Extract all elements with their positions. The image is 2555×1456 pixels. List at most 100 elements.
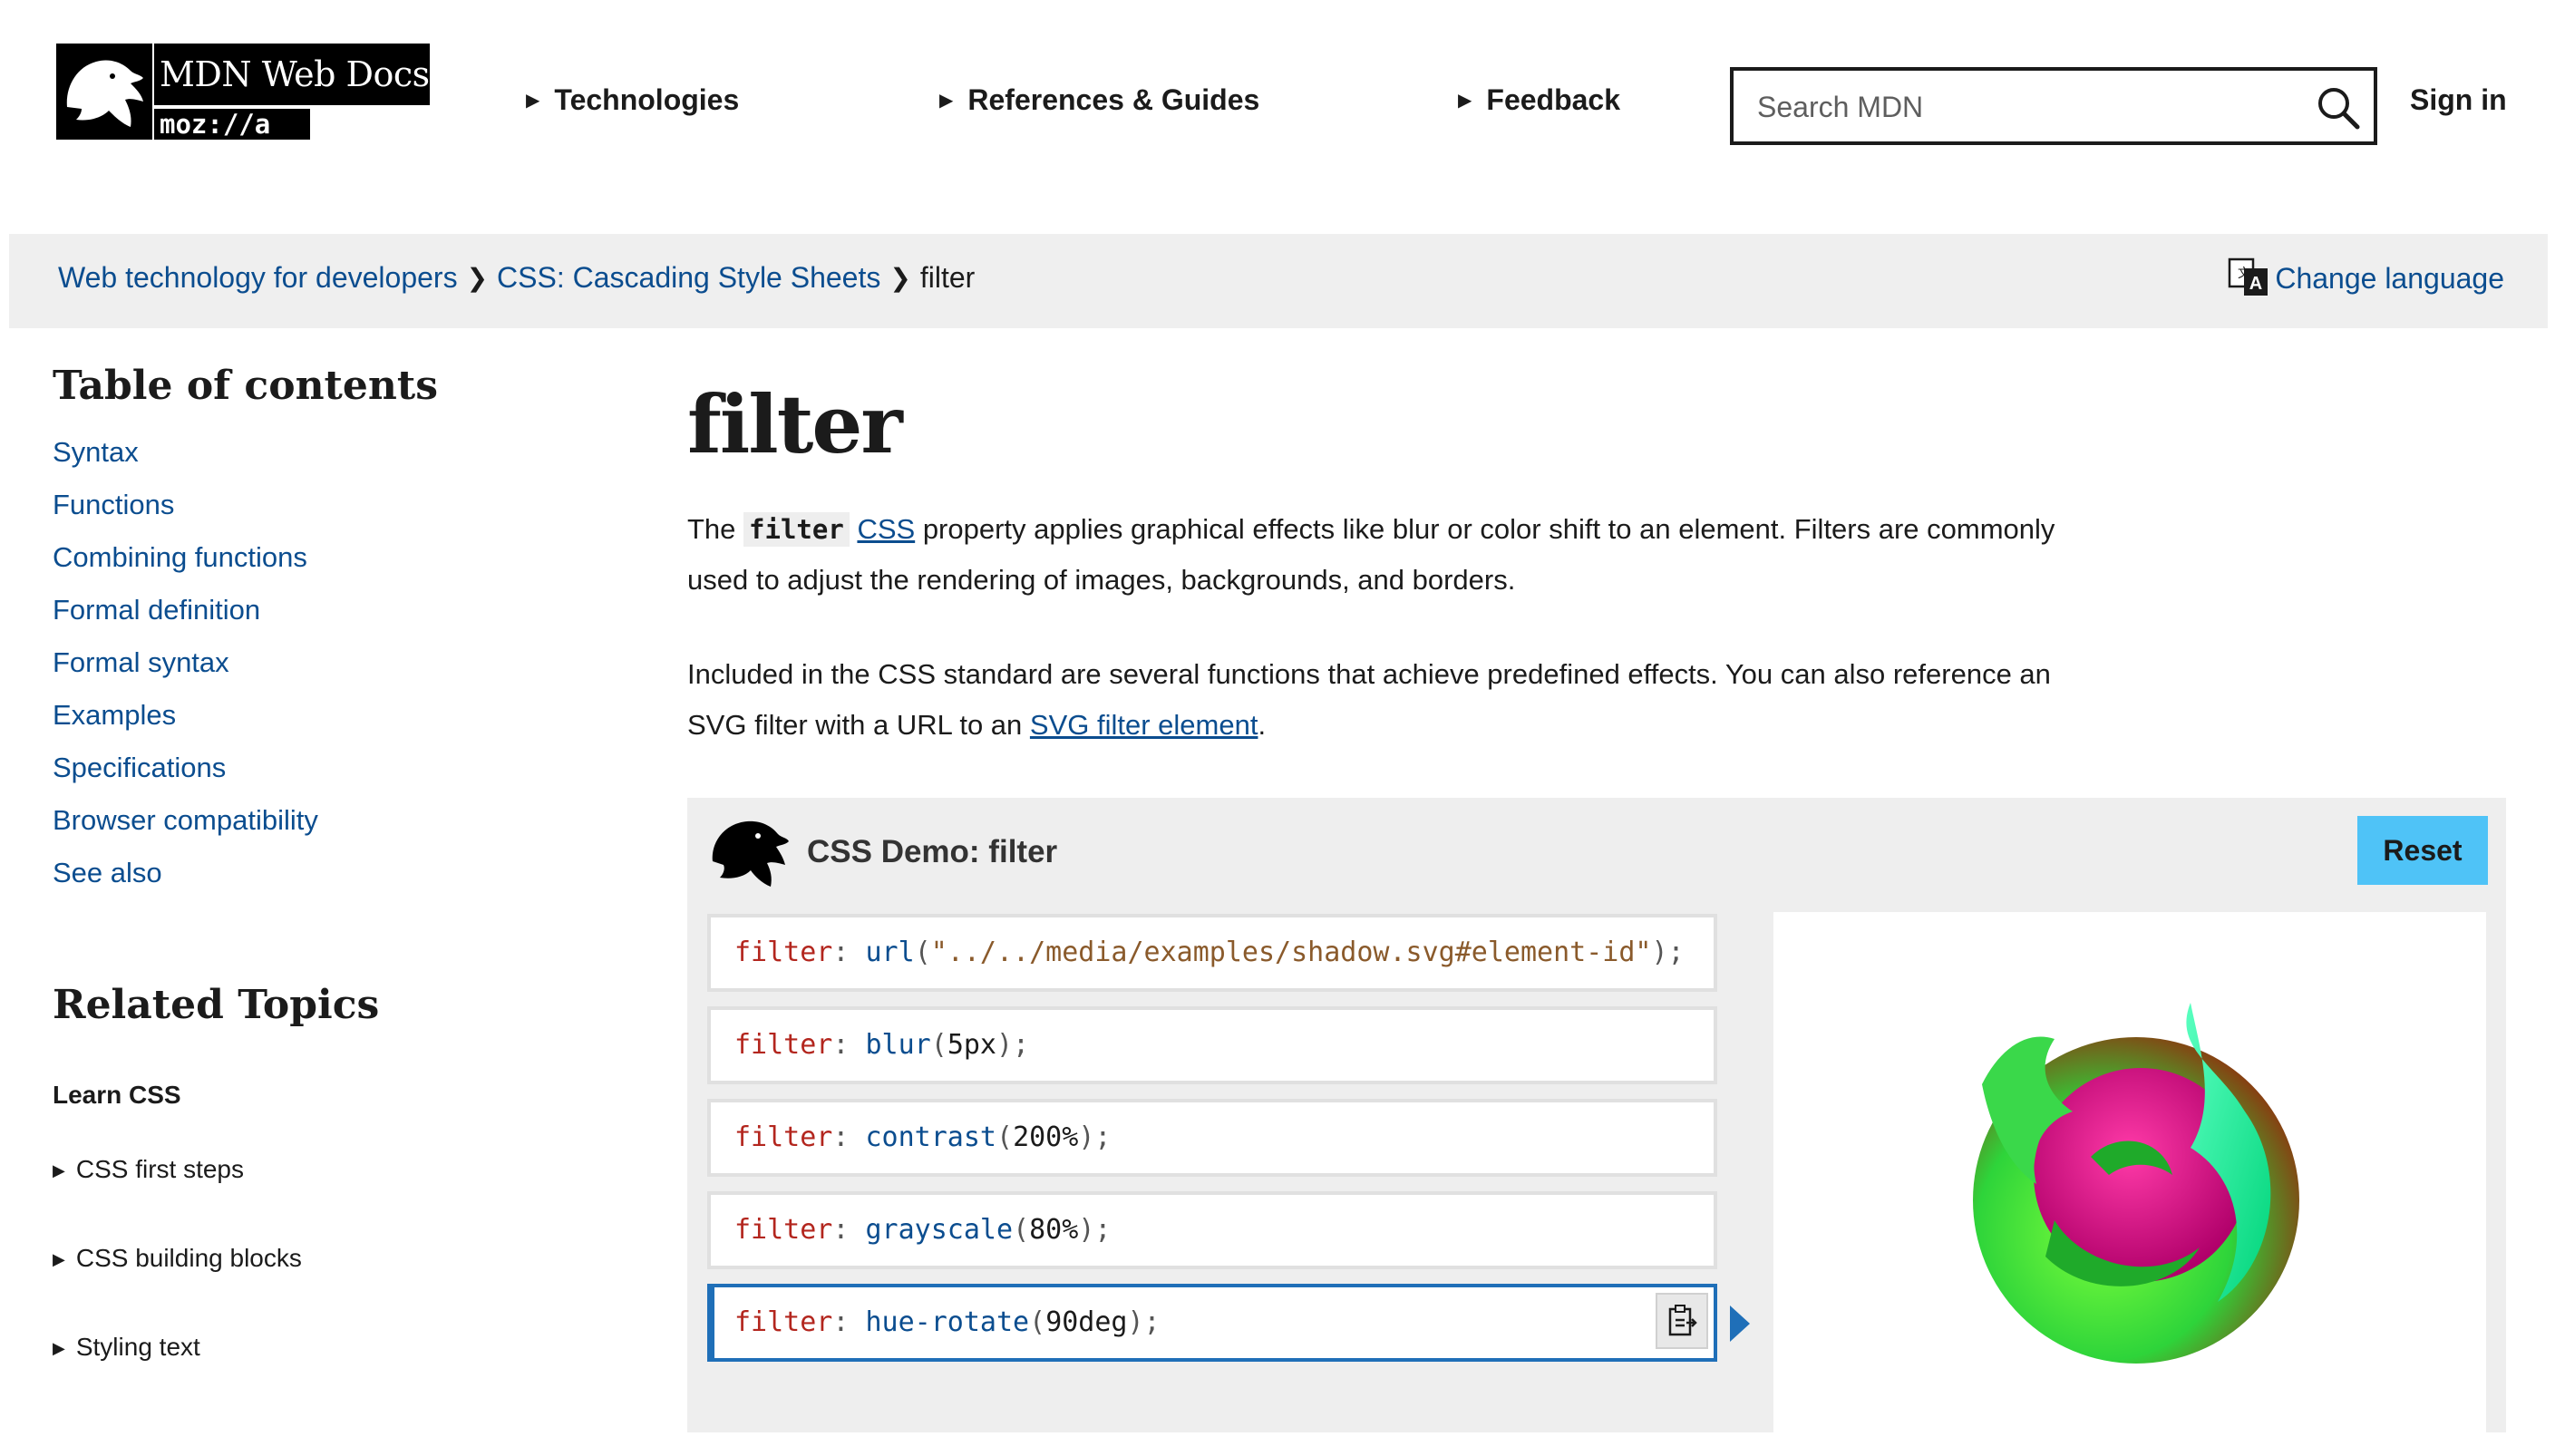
toc-link-browser-compatibility[interactable]: Browser compatibility: [53, 804, 318, 836]
toc-link-examples[interactable]: Examples: [53, 699, 176, 731]
code-property: filter: [734, 1029, 833, 1061]
css-link[interactable]: CSS: [857, 513, 915, 545]
paragraph-end: .: [1258, 709, 1267, 741]
code-punc: );: [996, 1029, 1030, 1061]
nav-feedback[interactable]: ▶ Feedback: [1458, 83, 1620, 117]
intro-text: The: [687, 513, 736, 545]
related-topics-heading: Related Topics: [53, 982, 380, 1028]
breadcrumb-current: filter: [919, 261, 976, 294]
toc-item: Formal definition: [53, 590, 560, 643]
triangle-right-icon: ▶: [53, 1339, 65, 1357]
intro-paragraph: The filter CSS property applies graphica…: [687, 504, 2102, 606]
code-property: filter: [734, 1214, 833, 1246]
demo-choice-hue-rotate[interactable]: filter: hue-rotate(90deg);: [707, 1284, 1717, 1362]
triangle-right-icon: ▶: [53, 1250, 65, 1268]
breadcrumb: Web technology for developers ❯ CSS: Cas…: [58, 261, 975, 295]
chevron-right-icon: ❯: [889, 264, 911, 292]
demo-choice-url[interactable]: filter: url("../../media/examples/shadow…: [707, 914, 1717, 992]
page-title: filter: [687, 377, 903, 471]
main-content: filter The filter CSS property applies g…: [687, 363, 2510, 751]
selected-choice-arrow-icon: [1730, 1306, 1750, 1342]
toc-item: See also: [53, 853, 560, 906]
search-icon[interactable]: [2314, 83, 2363, 132]
interactive-demo: CSS Demo: filter Reset filter: url("../.…: [687, 798, 2506, 1456]
toc-link-formal-definition[interactable]: Formal definition: [53, 594, 260, 626]
demo-choice-grayscale[interactable]: filter: grayscale(80%);: [707, 1191, 1717, 1269]
toc-item: Syntax: [53, 432, 560, 485]
code-punc: :: [832, 1306, 866, 1338]
toc-item: Browser compatibility: [53, 801, 560, 853]
code-argument: "../../media/examples/shadow.svg#element…: [930, 937, 1652, 968]
code-function: hue-rotate: [865, 1306, 1030, 1338]
code-punc: :: [832, 1029, 866, 1061]
search-input[interactable]: [1734, 71, 2321, 143]
code-punc: (: [930, 1029, 947, 1061]
demo-title: CSS Demo: filter: [807, 834, 1058, 869]
code-function: contrast: [865, 1121, 997, 1153]
reset-button[interactable]: Reset: [2357, 816, 2488, 885]
toc-item: Formal syntax: [53, 643, 560, 695]
code-function: url: [865, 937, 915, 968]
toc-item: Specifications: [53, 748, 560, 801]
chevron-right-icon: ❯: [466, 264, 489, 292]
triangle-right-icon: ▶: [939, 91, 954, 111]
toc-link-syntax[interactable]: Syntax: [53, 436, 139, 468]
toc-link-formal-syntax[interactable]: Formal syntax: [53, 646, 229, 678]
toc-link-see-also[interactable]: See also: [53, 857, 162, 888]
nav-label: Feedback: [1486, 83, 1621, 116]
dinosaur-logo-icon: [56, 44, 152, 140]
demo-choice-contrast[interactable]: filter: contrast(200%);: [707, 1099, 1717, 1177]
nav-label: Technologies: [554, 83, 740, 116]
copy-to-clipboard-icon[interactable]: [1656, 1293, 1708, 1349]
change-language-link[interactable]: A 文 Change language: [2228, 256, 2504, 301]
code-property: filter: [734, 1121, 833, 1153]
demo-choice-blur[interactable]: filter: blur(5px);: [707, 1006, 1717, 1084]
code-punc: (: [996, 1121, 1014, 1153]
related-item-label: CSS first steps: [75, 1155, 245, 1183]
nav-label: References & Guides: [967, 83, 1260, 116]
code-punc: :: [832, 1214, 866, 1246]
change-language-label[interactable]: Change language: [2275, 262, 2504, 296]
learn-css-heading: Learn CSS: [53, 1081, 181, 1109]
code-punc: :: [832, 937, 866, 968]
toc-item: Functions: [53, 485, 560, 538]
code-argument: 80%: [1029, 1214, 1079, 1246]
related-item-label: Styling text: [75, 1333, 200, 1361]
svg-filter-element-link[interactable]: SVG filter element: [1030, 709, 1258, 741]
sign-in-link[interactable]: Sign in: [2410, 83, 2507, 117]
code-function: grayscale: [865, 1214, 1014, 1246]
code-punc: (: [1029, 1306, 1046, 1338]
mdn-logo[interactable]: MDN Web Docs moz://a: [56, 44, 430, 140]
paragraph-text: Included in the CSS standard are several…: [687, 658, 2051, 741]
svg-text:A: A: [2249, 274, 2262, 294]
toc-item: Examples: [53, 695, 560, 748]
code-punc: :: [832, 1121, 866, 1153]
related-item-label: CSS building blocks: [75, 1244, 302, 1272]
toc-link-specifications[interactable]: Specifications: [53, 752, 226, 783]
nav-technologies[interactable]: ▶ Technologies: [526, 83, 739, 117]
breadcrumb-bar: Web technology for developers ❯ CSS: Cas…: [9, 234, 2548, 328]
dinosaur-head-icon: [707, 814, 791, 890]
related-item-css-first-steps[interactable]: ▶ CSS first steps: [53, 1155, 560, 1244]
search-box: [1730, 67, 2377, 145]
site-header: MDN Web Docs moz://a ▶ Technologies ▶ Re…: [0, 0, 2555, 234]
inline-code-filter: filter: [743, 512, 850, 547]
breadcrumb-link-web-technology[interactable]: Web technology for developers: [58, 261, 458, 295]
toc-link-combining-functions[interactable]: Combining functions: [53, 541, 307, 573]
mozilla-wordmark: moz://a: [154, 109, 310, 140]
sidebar: Table of contents Syntax Functions Combi…: [53, 363, 560, 1422]
triangle-right-icon: ▶: [53, 1161, 65, 1179]
toc-link-functions[interactable]: Functions: [53, 489, 174, 520]
code-argument: 90deg: [1045, 1306, 1128, 1338]
toc-heading: Table of contents: [53, 363, 438, 409]
svg-text:文: 文: [2238, 267, 2250, 281]
code-punc: (: [1013, 1214, 1030, 1246]
nav-references-guides[interactable]: ▶ References & Guides: [939, 83, 1259, 117]
related-item-css-building-blocks[interactable]: ▶ CSS building blocks: [53, 1244, 560, 1333]
triangle-right-icon: ▶: [526, 91, 540, 111]
code-argument: 200%: [1013, 1121, 1079, 1153]
breadcrumb-link-css[interactable]: CSS: Cascading Style Sheets: [497, 261, 880, 295]
triangle-right-icon: ▶: [1458, 91, 1472, 111]
related-item-styling-text[interactable]: ▶ Styling text: [53, 1333, 560, 1422]
code-argument: 5px: [947, 1029, 996, 1061]
